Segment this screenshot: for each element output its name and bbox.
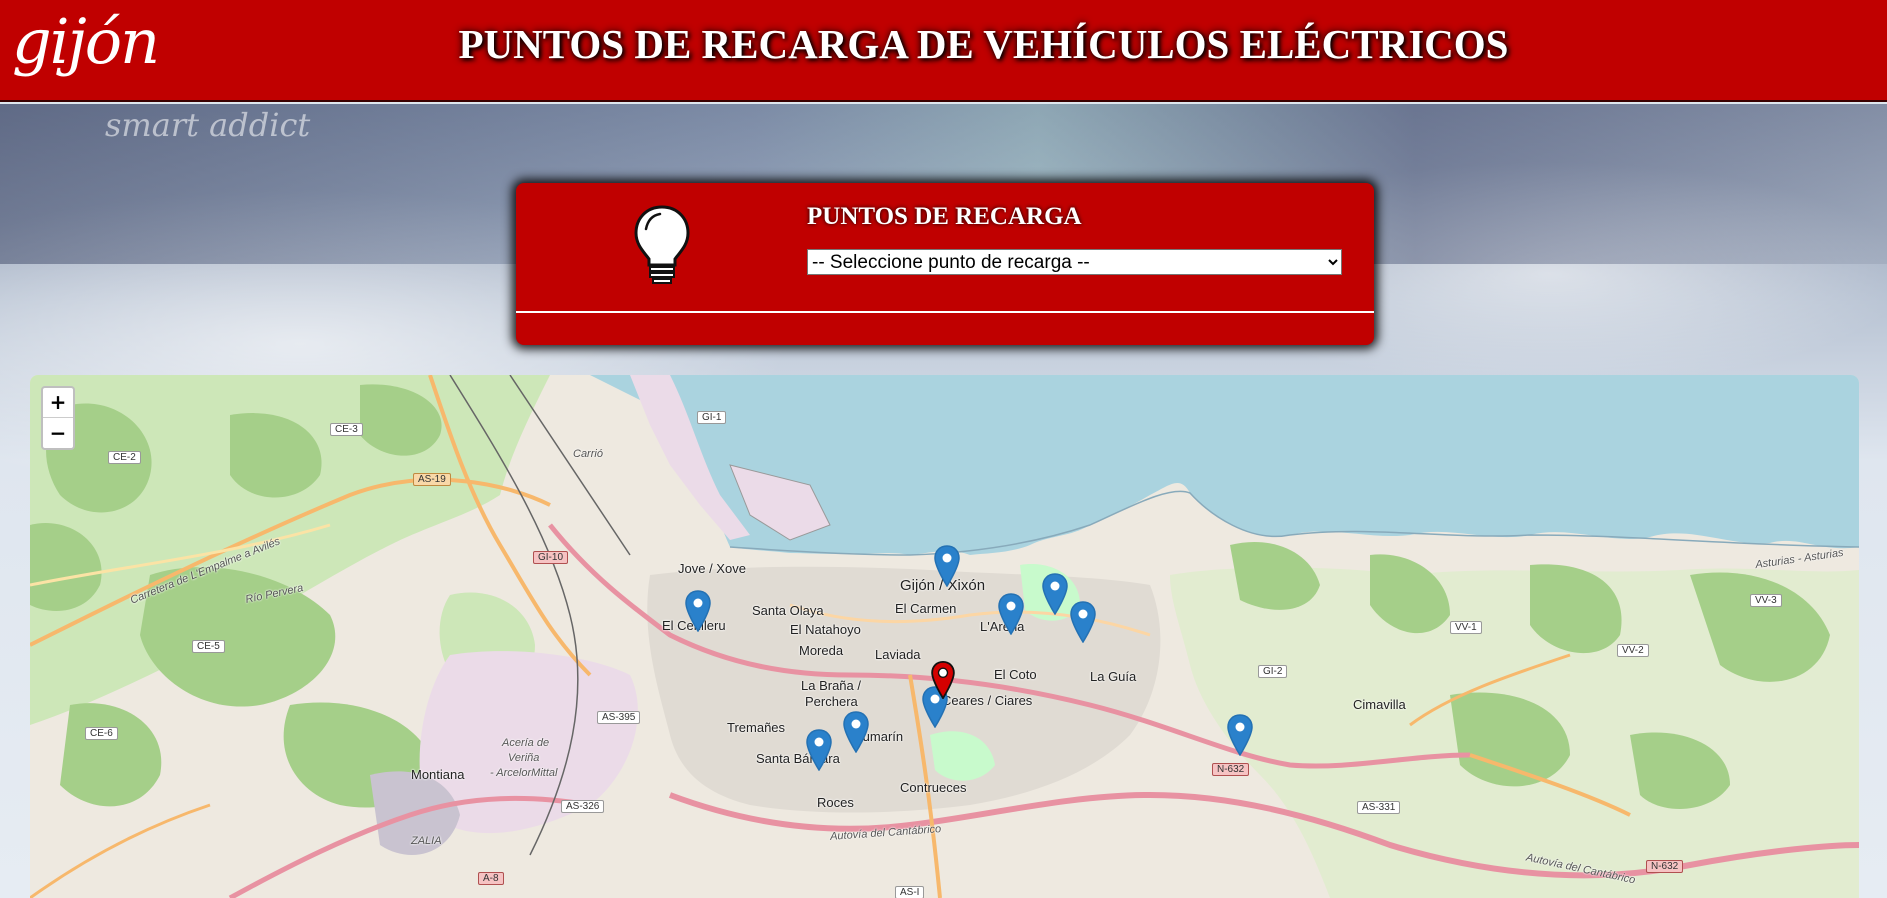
place-contrueces: Contrueces: [900, 780, 967, 795]
road-shield-as326: AS-326: [561, 800, 605, 813]
charging-point-marker[interactable]: [998, 593, 1024, 635]
place-ceares: Ceares / Ciares: [942, 693, 1033, 708]
place-montiana: Montiana: [411, 767, 465, 782]
road-shield-as19: AS-19: [413, 473, 451, 486]
zoom-out-button[interactable]: −: [43, 418, 73, 448]
road-shield-ce2: CE-2: [108, 451, 141, 464]
page-title: PUNTOS DE RECARGA DE VEHÍCULOS ELÉCTRICO…: [458, 21, 1509, 67]
charging-point-marker[interactable]: [1070, 601, 1096, 643]
road-shield-as395: AS-395: [597, 711, 641, 724]
map-tiles[interactable]: [30, 375, 1859, 898]
charging-point-marker[interactable]: [843, 711, 869, 753]
place-carrio: Carrió: [573, 448, 603, 460]
road-shield-gi1: GI-1: [697, 411, 727, 424]
charging-points-panel: PUNTOS DE RECARGA -- Seleccione punto de…: [516, 183, 1374, 345]
place-tremanes: Tremañes: [727, 720, 786, 735]
place-perchera: Perchera: [805, 694, 858, 709]
place-arcelor: - ArcelorMittal: [490, 767, 558, 779]
lightbulb-icon: [634, 205, 690, 284]
place-aceria: Acería de: [502, 737, 550, 749]
place-el-carmen: El Carmen: [895, 601, 957, 616]
place-laviada: Laviada: [875, 647, 921, 662]
place-verina: Veriña: [508, 752, 540, 764]
place-moreda: Moreda: [799, 643, 844, 658]
place-santa-olaya: Santa Olaya: [752, 603, 824, 618]
place-el-natahoyo: El Natahoyo: [790, 622, 861, 637]
zoom-control: + −: [41, 386, 75, 450]
road-shield-ce3: CE-3: [330, 423, 363, 436]
charging-point-select[interactable]: -- Seleccione punto de recarga --: [807, 249, 1342, 275]
charging-point-marker[interactable]: [1227, 714, 1253, 756]
road-shield-n632-east: N-632: [1646, 860, 1684, 873]
place-el-coto: El Coto: [994, 667, 1037, 682]
road-shield-gi10: GI-10: [533, 551, 569, 564]
road-shield-a8: A-8: [478, 872, 504, 885]
road-shield-as331: AS-331: [1357, 801, 1401, 814]
charging-point-marker[interactable]: [934, 545, 960, 587]
panel-divider: [516, 311, 1374, 313]
place-la-guia: La Guía: [1090, 669, 1137, 684]
page-header: gijón PUNTOS DE RECARGA DE VEHÍCULOS ELÉ…: [0, 0, 1887, 102]
road-shield-gi2: GI-2: [1258, 665, 1288, 678]
road-shield-ce5: CE-5: [192, 640, 225, 653]
background-car-text: smart addict: [105, 106, 311, 144]
charging-point-marker[interactable]: [1042, 573, 1068, 615]
charging-point-marker[interactable]: [685, 590, 711, 632]
place-cimavilla: Cimavilla: [1353, 697, 1406, 712]
charging-point-marker[interactable]: [806, 729, 832, 771]
map[interactable]: Gijón / Xixón Jove / Xove El Cerilleru S…: [30, 375, 1859, 898]
road-shield-vv3: VV-3: [1750, 594, 1782, 607]
road-shield-asi: AS-I: [895, 886, 925, 898]
road-shield-ce6: CE-6: [85, 727, 118, 740]
place-zalia: ZALIA: [411, 835, 442, 847]
zoom-in-button[interactable]: +: [43, 388, 73, 418]
place-jove: Jove / Xove: [678, 561, 746, 576]
road-shield-n632: N-632: [1212, 763, 1250, 776]
road-shield-vv2: VV-2: [1617, 644, 1649, 657]
road-shield-vv1: VV-1: [1450, 621, 1482, 634]
place-la-brana: La Braña /: [801, 678, 861, 693]
place-roces: Roces: [817, 795, 854, 810]
panel-title: PUNTOS DE RECARGA: [807, 203, 1082, 230]
user-location-marker[interactable]: [931, 661, 955, 699]
